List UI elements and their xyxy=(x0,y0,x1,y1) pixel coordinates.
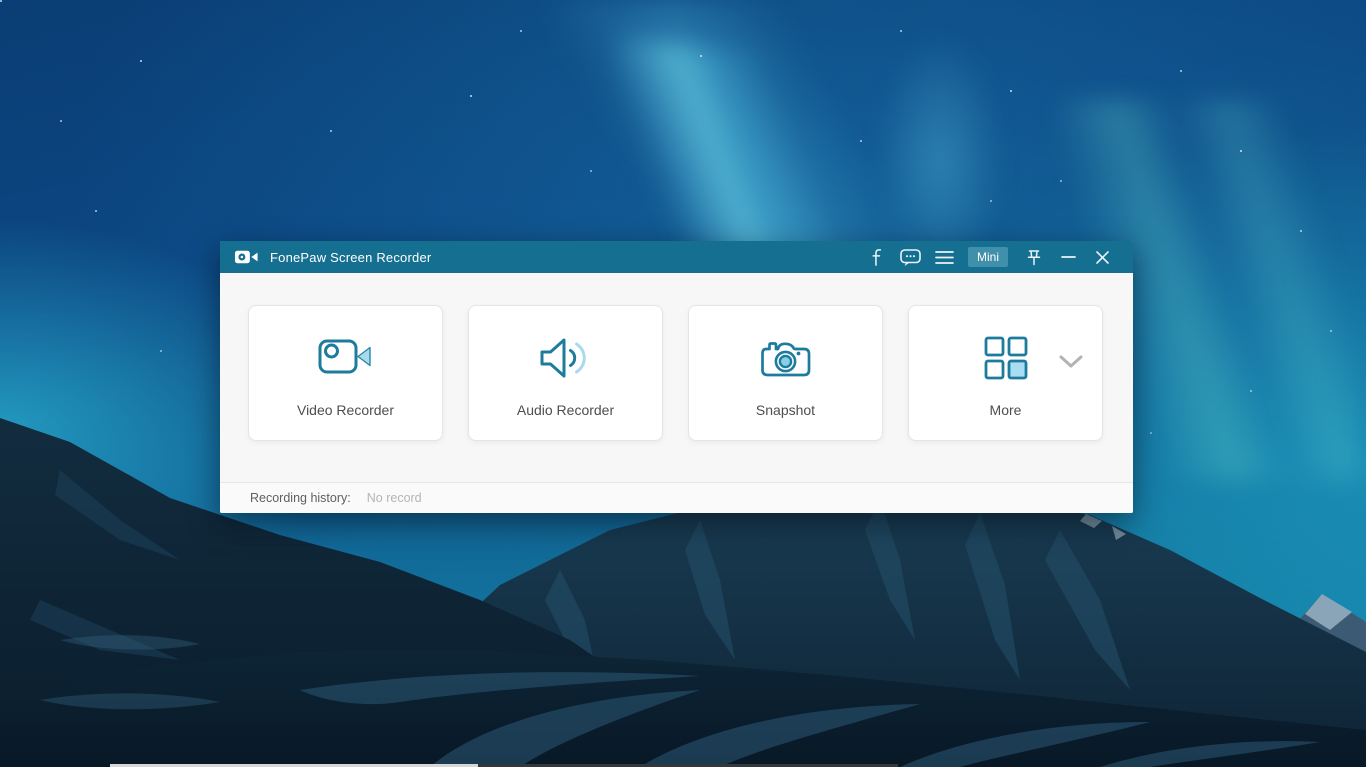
facebook-icon[interactable] xyxy=(860,243,894,271)
card-label: More xyxy=(989,402,1022,418)
pin-icon[interactable] xyxy=(1017,243,1051,271)
mini-mode-button[interactable]: Mini xyxy=(967,247,1008,267)
recording-history-label: Recording history: xyxy=(250,491,351,505)
main-content: Video Recorder Audio Recorder Snapshot M… xyxy=(220,273,1133,482)
chevron-down-icon[interactable] xyxy=(1058,354,1084,375)
video-camera-icon xyxy=(318,314,374,402)
more-card[interactable]: More xyxy=(908,305,1103,441)
recording-history-value[interactable]: No record xyxy=(367,491,422,505)
footer-bar: Recording history: No record xyxy=(220,482,1133,513)
feedback-bubble-icon[interactable] xyxy=(894,243,928,271)
speaker-icon xyxy=(537,314,595,402)
camera-icon xyxy=(757,314,815,402)
close-icon[interactable] xyxy=(1085,243,1119,271)
video-recorder-card[interactable]: Video Recorder xyxy=(248,305,443,441)
menu-icon[interactable] xyxy=(928,243,962,271)
snapshot-card[interactable]: Snapshot xyxy=(688,305,883,441)
card-label: Audio Recorder xyxy=(516,402,615,418)
minimize-icon[interactable] xyxy=(1051,243,1085,271)
window-title: FonePaw Screen Recorder xyxy=(270,249,432,265)
card-label: Video Recorder xyxy=(296,402,395,418)
audio-recorder-card[interactable]: Audio Recorder xyxy=(468,305,663,441)
grid-icon xyxy=(984,314,1028,402)
card-label: Snapshot xyxy=(755,402,816,418)
titlebar[interactable]: FonePaw Screen Recorder Mini xyxy=(220,241,1133,273)
app-window: FonePaw Screen Recorder Mini Video Recor… xyxy=(220,241,1133,513)
app-logo-icon xyxy=(234,248,259,266)
